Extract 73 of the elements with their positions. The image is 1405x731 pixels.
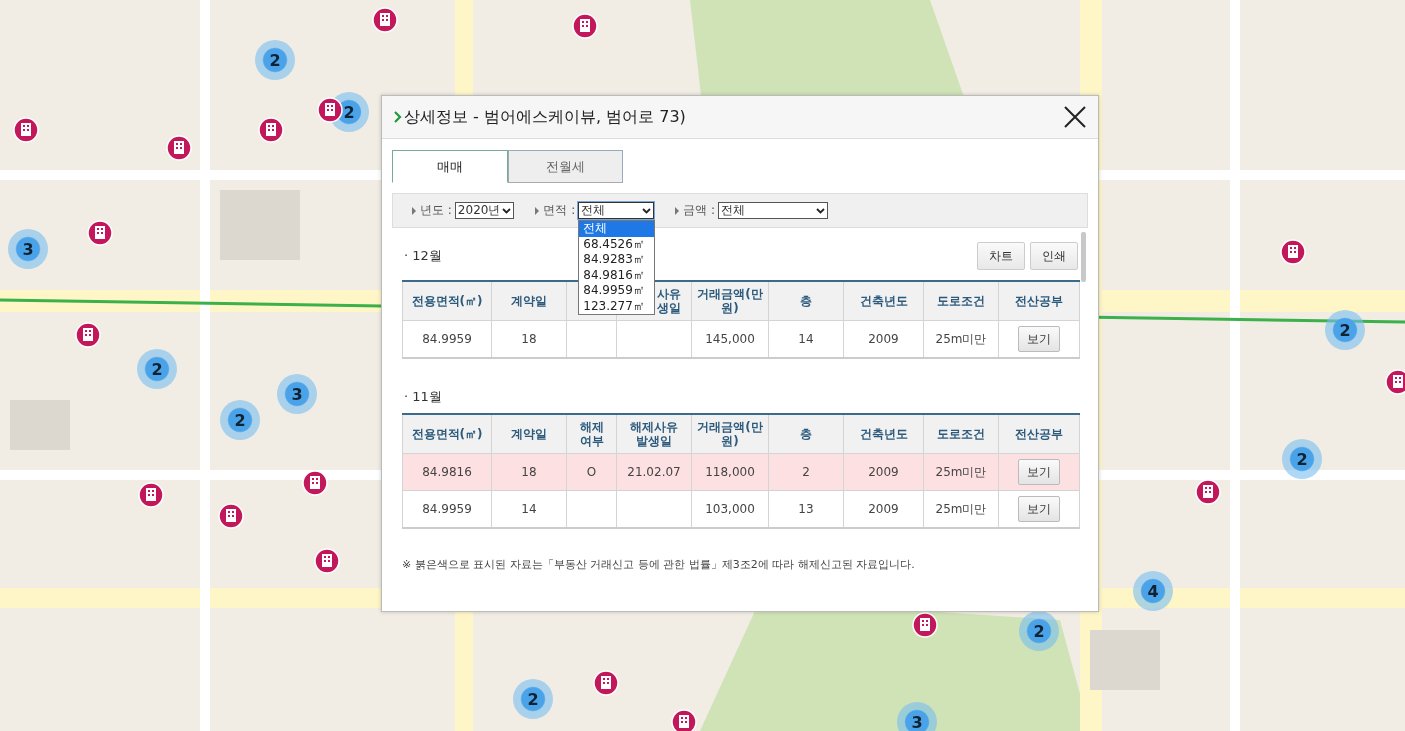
- triangle-icon: [411, 206, 417, 215]
- column-header: 거래금액(만 원): [691, 414, 769, 454]
- action-button[interactable]: 차트: [977, 242, 1025, 270]
- column-header: 계약일: [491, 281, 567, 321]
- triangle-icon: [534, 206, 541, 215]
- scrollbar[interactable]: [1081, 232, 1086, 282]
- dropdown-option[interactable]: 68.4526㎡: [579, 236, 655, 252]
- table-cell: 2: [768, 453, 844, 491]
- table-cell: 2009: [843, 453, 924, 491]
- column-header: 계약일: [491, 414, 567, 454]
- dropdown-option[interactable]: 84.9283㎡: [579, 252, 655, 268]
- table-cell: 84.9816: [402, 453, 492, 491]
- tab[interactable]: 매매: [392, 150, 508, 183]
- column-header: 전용면적(㎡): [402, 281, 492, 321]
- caret-icon: [816, 207, 826, 214]
- table-cell: 18: [491, 453, 567, 491]
- view-button[interactable]: 보기: [1018, 459, 1060, 485]
- building-pin-icon[interactable]: [671, 709, 697, 731]
- building-pin-icon[interactable]: [912, 612, 938, 638]
- building-pin-icon[interactable]: [1385, 369, 1405, 395]
- table-cell: 25m미만: [923, 453, 999, 491]
- column-header: 건축년도: [843, 281, 924, 321]
- column-header: 층: [768, 281, 844, 321]
- month-heading: · 12월: [403, 247, 442, 265]
- view-button[interactable]: 보기: [1018, 326, 1060, 352]
- table-cell: 84.9959: [402, 490, 492, 528]
- column-header: 건축년도: [843, 414, 924, 454]
- building-pin-icon[interactable]: [166, 135, 192, 161]
- building-pin-icon[interactable]: [75, 322, 101, 348]
- close-icon[interactable]: [1062, 104, 1088, 130]
- building-pin-icon[interactable]: [87, 220, 113, 246]
- column-header: 도로조건: [923, 414, 999, 454]
- column-header: 해제 여부: [566, 414, 617, 454]
- table-cell: 118,000: [691, 453, 769, 491]
- building-pin-icon[interactable]: [317, 97, 343, 123]
- building-pin-icon[interactable]: [258, 117, 284, 143]
- column-header: 거래금액(만 원): [691, 281, 769, 321]
- building-pin-icon[interactable]: [138, 482, 164, 508]
- caret-icon: [502, 207, 512, 214]
- table-cell: 21.02.07: [616, 453, 692, 491]
- column-header: 도로조건: [923, 281, 999, 321]
- building-pin-icon[interactable]: [218, 503, 244, 529]
- tab[interactable]: 전월세: [508, 150, 623, 183]
- building-pin-icon[interactable]: [1195, 479, 1221, 505]
- column-header: 전산공부: [998, 414, 1080, 454]
- caret-icon: [642, 207, 652, 214]
- dropdown-option[interactable]: 전체: [579, 221, 655, 237]
- filter-label: 년도 :: [420, 202, 452, 219]
- building-pin-icon[interactable]: [593, 670, 619, 696]
- footnote: ※ 붉은색으로 표시된 자료는「부동산 거래신고 등에 관한 법률」제3조2에 따라 해제신고된 자료입니다.: [402, 557, 916, 572]
- table-cell: O: [566, 453, 617, 491]
- dropdown-option[interactable]: 84.9816㎡: [579, 267, 655, 283]
- dialog-title: 상세정보 - 범어에스케이뷰, 범어로 73): [404, 106, 687, 128]
- dropdown[interactable]: 2020년: [454, 202, 515, 219]
- action-button[interactable]: 인쇄: [1030, 242, 1078, 270]
- table-cell: 84.9959: [402, 320, 492, 358]
- building-pin-icon[interactable]: [372, 7, 398, 33]
- building-pin-icon[interactable]: [302, 470, 328, 496]
- column-header: 전용면적(㎡): [402, 414, 492, 454]
- dropdown[interactable]: 전체: [718, 202, 829, 219]
- column-header: 해제사유 발생일: [616, 414, 692, 454]
- filter-label: 면적 :: [543, 202, 576, 219]
- building-pin-icon[interactable]: [13, 117, 39, 143]
- building-pin-icon[interactable]: [314, 548, 340, 574]
- triangle-icon: [674, 206, 681, 215]
- column-header: 층: [768, 414, 844, 454]
- view-button[interactable]: 보기: [1018, 496, 1060, 522]
- column-header: 전산공부: [998, 281, 1080, 321]
- chevron-icon: [394, 111, 402, 123]
- filter-label: 금액 :: [683, 202, 716, 219]
- building-pin-icon[interactable]: [1280, 239, 1306, 265]
- month-heading: · 11월: [403, 388, 442, 406]
- building-pin-icon[interactable]: [572, 13, 598, 39]
